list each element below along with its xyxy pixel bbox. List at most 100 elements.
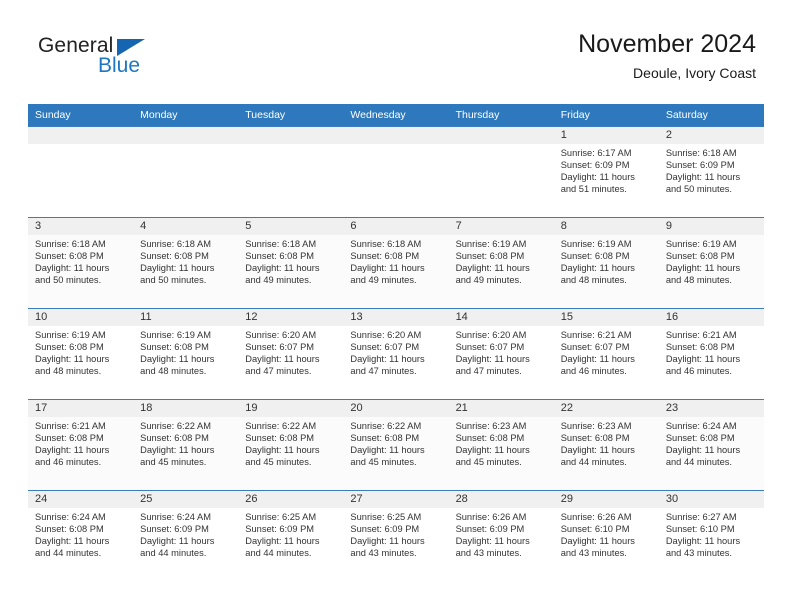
day-number: 27 — [343, 491, 449, 508]
calendar-day-cell[interactable]: 16 Sunrise: 6:21 AM Sunset: 6:08 PM Dayligh… — [658, 308, 764, 400]
day-details: Sunrise: 6:22 AM Sunset: 6:08 PM Daylight:… — [133, 417, 238, 469]
daylight-text-line1: Daylight: 11 hours — [35, 535, 110, 546]
daylight-text-line1: Daylight: 11 hours — [455, 535, 530, 546]
calendar-week-row: 3 Sunrise: 6:18 AM Sunset: 6:08 PM Daylight… — [28, 217, 764, 309]
calendar-day-cell[interactable]: 8 Sunrise: 6:19 AM Sunset: 6:08 PM Daylight… — [553, 217, 659, 309]
calendar-day-cell[interactable]: 12 Sunrise: 6:20 AM Sunset: 6:07 PM Dayligh… — [238, 308, 344, 400]
sunset-text: Sunset: 6:07 PM — [245, 341, 315, 352]
daylight-text-line2: and 48 minutes. — [35, 365, 102, 376]
sunset-text: Sunset: 6:08 PM — [140, 432, 209, 443]
calendar-day-cell[interactable]: 15 Sunrise: 6:21 AM Sunset: 6:07 PM Dayligh… — [553, 308, 659, 400]
day-details: Sunrise: 6:19 AM Sunset: 6:08 PM Daylight:… — [28, 326, 133, 378]
calendar-day-cell[interactable]: 24 Sunrise: 6:24 AM Sunset: 6:08 PM Dayligh… — [28, 490, 134, 581]
calendar-day-cell[interactable]: 22 Sunrise: 6:23 AM Sunset: 6:08 PM Dayligh… — [553, 399, 659, 491]
daylight-text-line1: Daylight: 11 hours — [665, 444, 741, 455]
daylight-text-line1: Daylight: 11 hours — [665, 262, 741, 273]
calendar-day-cell[interactable]: 28 Sunrise: 6:26 AM Sunset: 6:09 PM Dayligh… — [448, 490, 554, 581]
calendar-body: 1 Sunrise: 6:17 AM Sunset: 6:09 PM Daylight… — [28, 126, 764, 581]
calendar-day-cell[interactable]: 21 Sunrise: 6:23 AM Sunset: 6:08 PM Dayligh… — [448, 399, 554, 491]
day-cell-content: 1 Sunrise: 6:17 AM Sunset: 6:09 PM Daylight… — [553, 127, 659, 217]
logo-text-blue: Blue — [98, 54, 141, 77]
day-cell-content — [133, 127, 239, 217]
calendar-day-cell[interactable]: 10 Sunrise: 6:19 AM Sunset: 6:08 PM Dayligh… — [28, 308, 134, 400]
calendar-day-cell[interactable]: 7 Sunrise: 6:19 AM Sunset: 6:08 PM Daylight… — [448, 217, 554, 309]
calendar-day-cell[interactable]: 20 Sunrise: 6:22 AM Sunset: 6:08 PM Dayligh… — [343, 399, 449, 491]
daylight-text-line2: and 44 minutes. — [140, 547, 207, 558]
daylight-text-line1: Daylight: 11 hours — [35, 444, 110, 455]
day-number: 18 — [133, 400, 239, 417]
sunset-text: Sunset: 6:08 PM — [140, 341, 209, 352]
weekday-header-friday: Friday — [553, 104, 659, 127]
calendar-day-cell[interactable]: 1 Sunrise: 6:17 AM Sunset: 6:09 PM Daylight… — [553, 126, 659, 218]
calendar-day-cell[interactable]: 30 Sunrise: 6:27 AM Sunset: 6:10 PM Dayligh… — [658, 490, 764, 581]
day-details: Sunrise: 6:21 AM Sunset: 6:08 PM Daylight:… — [28, 417, 133, 469]
sunrise-text: Sunrise: 6:19 AM — [665, 239, 737, 249]
daylight-text-line2: and 49 minutes. — [350, 274, 417, 285]
calendar-day-cell[interactable]: 25 Sunrise: 6:24 AM Sunset: 6:09 PM Dayligh… — [133, 490, 239, 581]
day-cell-content — [28, 127, 134, 217]
sunrise-text: Sunrise: 6:18 AM — [665, 148, 737, 158]
daylight-text-line2: and 47 minutes. — [350, 365, 417, 376]
calendar-day-cell[interactable]: 17 Sunrise: 6:21 AM Sunset: 6:08 PM Dayligh… — [28, 399, 134, 491]
calendar-header-row: Sunday Monday Tuesday Wednesday Thursday… — [28, 104, 764, 127]
weekday-header-thursday: Thursday — [448, 104, 554, 127]
sunrise-text: Sunrise: 6:18 AM — [140, 239, 211, 249]
sunrise-text: Sunrise: 6:21 AM — [35, 421, 106, 431]
sunset-text: Sunset: 6:09 PM — [455, 523, 525, 534]
day-number: 21 — [448, 400, 554, 417]
daylight-text-line1: Daylight: 11 hours — [455, 353, 530, 364]
calendar-day-cell[interactable]: 6 Sunrise: 6:18 AM Sunset: 6:08 PM Daylight… — [343, 217, 449, 309]
day-cell-content: 17 Sunrise: 6:21 AM Sunset: 6:08 PM Dayligh… — [28, 400, 134, 490]
day-cell-content: 11 Sunrise: 6:19 AM Sunset: 6:08 PM Dayligh… — [133, 309, 239, 399]
calendar-day-cell[interactable]: 26 Sunrise: 6:25 AM Sunset: 6:09 PM Dayligh… — [238, 490, 344, 581]
day-cell-content: 8 Sunrise: 6:19 AM Sunset: 6:08 PM Daylight… — [553, 218, 659, 308]
daylight-text-line1: Daylight: 11 hours — [560, 353, 635, 364]
calendar-day-cell[interactable]: 14 Sunrise: 6:20 AM Sunset: 6:07 PM Dayligh… — [448, 308, 554, 400]
calendar-day-cell[interactable]: 27 Sunrise: 6:25 AM Sunset: 6:09 PM Dayligh… — [343, 490, 449, 581]
sunrise-text: Sunrise: 6:22 AM — [350, 421, 422, 431]
calendar-day-cell[interactable]: 29 Sunrise: 6:26 AM Sunset: 6:10 PM Dayligh… — [553, 490, 659, 581]
day-details: Sunrise: 6:18 AM Sunset: 6:08 PM Daylight:… — [343, 235, 448, 287]
day-details: Sunrise: 6:24 AM Sunset: 6:08 PM Daylight:… — [659, 417, 764, 469]
daylight-text-line2: and 45 minutes. — [140, 456, 207, 467]
sunrise-text: Sunrise: 6:26 AM — [455, 512, 527, 522]
calendar-day-cell — [28, 126, 134, 218]
day-number: 22 — [553, 400, 659, 417]
day-cell-content — [238, 127, 344, 217]
calendar-day-cell[interactable]: 13 Sunrise: 6:20 AM Sunset: 6:07 PM Dayligh… — [343, 308, 449, 400]
calendar-day-cell[interactable]: 5 Sunrise: 6:18 AM Sunset: 6:08 PM Daylight… — [238, 217, 344, 309]
calendar-day-cell[interactable]: 2 Sunrise: 6:18 AM Sunset: 6:09 PM Daylight… — [658, 126, 764, 218]
day-number: 28 — [448, 491, 554, 508]
calendar-day-cell[interactable]: 4 Sunrise: 6:18 AM Sunset: 6:08 PM Daylight… — [133, 217, 239, 309]
day-cell-content: 19 Sunrise: 6:22 AM Sunset: 6:08 PM Dayligh… — [238, 400, 344, 490]
daylight-text-line1: Daylight: 11 hours — [245, 353, 320, 364]
daylight-text-line2: and 46 minutes. — [560, 365, 627, 376]
calendar-day-cell[interactable]: 9 Sunrise: 6:19 AM Sunset: 6:08 PM Daylight… — [658, 217, 764, 309]
calendar-day-cell[interactable]: 11 Sunrise: 6:19 AM Sunset: 6:08 PM Dayligh… — [133, 308, 239, 400]
day-number: 6 — [343, 218, 449, 235]
daylight-text-line1: Daylight: 11 hours — [350, 262, 425, 273]
sunset-text: Sunset: 6:08 PM — [140, 250, 209, 261]
calendar-day-cell[interactable]: 3 Sunrise: 6:18 AM Sunset: 6:08 PM Daylight… — [28, 217, 134, 309]
day-details: Sunrise: 6:18 AM Sunset: 6:08 PM Daylight:… — [238, 235, 343, 287]
weekday-header-sunday: Sunday — [28, 104, 134, 127]
calendar-table: Sunday Monday Tuesday Wednesday Thursday… — [28, 104, 764, 581]
day-number: 12 — [238, 309, 344, 326]
sunrise-text: Sunrise: 6:20 AM — [455, 330, 527, 340]
sunset-text: Sunset: 6:07 PM — [455, 341, 525, 352]
calendar-day-cell[interactable]: 19 Sunrise: 6:22 AM Sunset: 6:08 PM Dayligh… — [238, 399, 344, 491]
day-cell-content: 23 Sunrise: 6:24 AM Sunset: 6:08 PM Dayligh… — [658, 400, 764, 490]
calendar-day-cell[interactable]: 23 Sunrise: 6:24 AM Sunset: 6:08 PM Dayligh… — [658, 399, 764, 491]
day-details: Sunrise: 6:22 AM Sunset: 6:08 PM Daylight:… — [343, 417, 448, 469]
day-number: 19 — [238, 400, 344, 417]
calendar-day-cell — [343, 126, 449, 218]
calendar-day-cell[interactable]: 18 Sunrise: 6:22 AM Sunset: 6:08 PM Dayligh… — [133, 399, 239, 491]
calendar-week-row: 10 Sunrise: 6:19 AM Sunset: 6:08 PM Dayligh… — [28, 308, 764, 400]
sunrise-text: Sunrise: 6:20 AM — [350, 330, 422, 340]
day-cell-content: 9 Sunrise: 6:19 AM Sunset: 6:08 PM Daylight… — [658, 218, 764, 308]
general-blue-logo[interactable]: General Blue — [38, 34, 218, 88]
title-block: November 2024 Deoule, Ivory Coast — [578, 28, 756, 84]
day-number — [448, 127, 554, 144]
day-cell-content: 5 Sunrise: 6:18 AM Sunset: 6:08 PM Daylight… — [238, 218, 344, 308]
weekday-header-monday: Monday — [133, 104, 239, 127]
